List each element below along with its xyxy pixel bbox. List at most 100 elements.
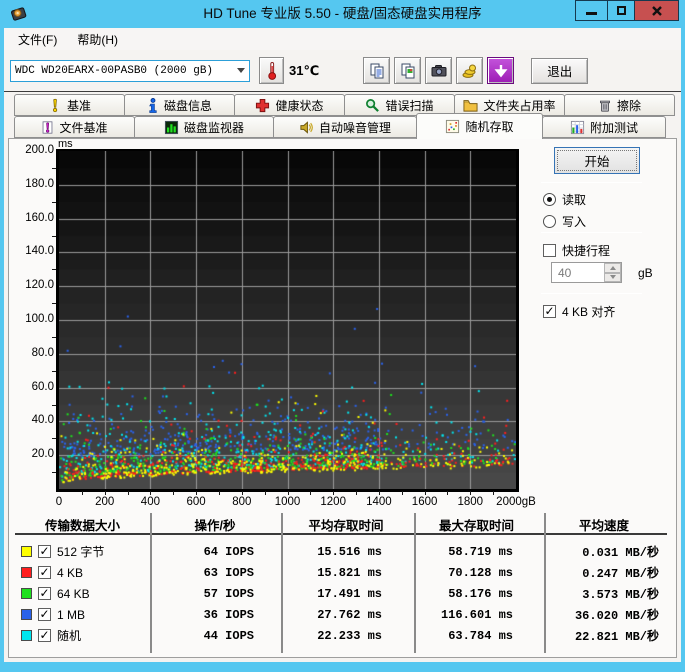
avg-access-value: 15.821 ms [317, 565, 382, 580]
column-separator [150, 513, 152, 653]
short-stroke-option[interactable]: 快捷行程 [543, 242, 610, 258]
write-radio[interactable] [543, 214, 556, 228]
tab-benchmark[interactable]: 基准 [14, 94, 125, 116]
align-4kb-label: 4 KB 对齐 [562, 304, 616, 319]
random-access-page: ms 200.0 180.0 160.0 140.0 120.0 100.0 80.0 60.… [8, 138, 677, 658]
y-tick-label: 200.0 [25, 144, 54, 156]
tab-health[interactable]: 健康状态 [234, 94, 345, 116]
iops-value: 36 IOPS [203, 607, 254, 622]
max-access-value: 58.719 ms [448, 544, 513, 559]
avg-speed-value: 0.031 MB/秒 [582, 546, 659, 560]
exit-button[interactable]: 退出 [531, 57, 589, 84]
series-color-swatch [21, 630, 32, 641]
series-checkbox[interactable] [38, 566, 51, 579]
drive-select[interactable]: WDC WD20EARX-00PASB0 (2000 gB) [10, 59, 250, 82]
disk-info-icon [149, 97, 157, 113]
menu-file[interactable]: 文件(F) [8, 28, 67, 51]
y-tick-label: 20.0 [31, 448, 54, 461]
gold-coins-icon [462, 64, 476, 78]
avg-speed-value: 0.247 MB/秒 [582, 567, 659, 581]
capacity-stepper[interactable]: 40 [551, 262, 622, 283]
avg-access-value: 15.516 ms [317, 544, 382, 559]
tab-disk-monitor[interactable]: 磁盘监视器 [134, 116, 274, 138]
tab-disk-info[interactable]: 磁盘信息 [124, 94, 235, 116]
tab-label: 随机存取 [465, 120, 514, 134]
tab-aam[interactable]: 自动噪音管理 [273, 116, 417, 138]
header-max-access: 最大存取时间 [412, 513, 541, 535]
close-button[interactable] [634, 0, 679, 21]
table-row: 512 字节 64 IOPS 15.516 ms 58.719 ms 0.031… [15, 541, 671, 562]
y-tick-label: 60.0 [31, 380, 54, 393]
copy-text-icon [370, 63, 384, 78]
y-tick-label: 120.0 [25, 279, 54, 292]
screenshot-button[interactable] [425, 57, 453, 84]
camera-icon [431, 64, 447, 76]
menu-help[interactable]: 帮助(H) [67, 28, 128, 51]
stepper-up-button[interactable] [604, 263, 621, 273]
series-color-swatch [21, 588, 32, 599]
write-option[interactable]: 写入 [543, 213, 586, 229]
avg-access-value: 22.233 ms [317, 628, 382, 643]
hdtune-window: HD Tune 专业版 5.50 - 硬盘/固态硬盘实用程序 文件(F) 帮助(… [0, 0, 685, 672]
table-row: 4 KB 63 IOPS 15.821 ms 70.128 ms 0.247 M… [15, 562, 671, 583]
start-button[interactable]: 开始 [554, 147, 640, 174]
max-access-value: 63.784 ms [448, 628, 513, 643]
series-color-swatch [21, 546, 32, 557]
copy-text-button[interactable] [363, 57, 391, 84]
short-stroke-checkbox[interactable] [543, 243, 556, 257]
stepper-down-button[interactable] [604, 272, 621, 282]
temperature-value: 31℃ [289, 62, 320, 78]
scatter-plot-frame [56, 149, 519, 492]
table-row: 随机 44 IOPS 22.233 ms 63.784 ms 22.821 MB… [15, 625, 671, 646]
series-label: 64 KB [57, 586, 90, 601]
minimize-button[interactable] [575, 0, 608, 21]
tab-extra-tests[interactable]: 附加测试 [542, 116, 666, 138]
capacity-value: 40 [558, 266, 572, 280]
tab-erase[interactable]: 擦除 [564, 94, 675, 116]
iops-value: 57 IOPS [203, 586, 254, 601]
read-option[interactable]: 读取 [543, 191, 586, 207]
down-arrow-icon [494, 64, 508, 77]
y-tick-label: 80.0 [31, 346, 54, 359]
thermometer-icon [267, 61, 276, 80]
drive-select-arrow[interactable] [232, 61, 249, 81]
series-label: 随机 [57, 629, 82, 643]
start-label: 开始 [584, 155, 610, 169]
tab-random-access[interactable]: 随机存取 [416, 113, 543, 139]
read-label: 读取 [562, 192, 587, 207]
results-table: 传输数据大小 操作/秒 平均存取时间 最大存取时间 平均速度 512 字节 64… [15, 513, 671, 653]
series-checkbox[interactable] [38, 608, 51, 621]
avg-access-value: 27.762 ms [317, 607, 382, 622]
extra-tests-icon [570, 120, 585, 134]
table-row: 1 MB 36 IOPS 27.762 ms 116.601 ms 36.020… [15, 604, 671, 625]
copy-image-button[interactable] [394, 57, 422, 84]
table-row: 64 KB 57 IOPS 17.491 ms 58.176 ms 3.573 … [15, 583, 671, 604]
tab-file-benchmark[interactable]: 文件基准 [14, 116, 135, 138]
donate-button[interactable] [456, 57, 484, 84]
align-4kb-option[interactable]: 4 KB 对齐 [543, 303, 615, 319]
down-arrow-icon [609, 275, 616, 280]
column-separator [281, 513, 283, 653]
benchmark-icon [53, 98, 58, 112]
toolbar: WDC WD20EARX-00PASB0 (2000 gB) 31℃ 退出 [4, 50, 681, 92]
series-checkbox[interactable] [38, 587, 51, 600]
temperature-button[interactable] [259, 57, 284, 84]
update-button[interactable] [487, 57, 515, 84]
series-checkbox[interactable] [38, 545, 51, 558]
disk-monitor-icon [164, 120, 179, 134]
erase-trash-icon [599, 100, 610, 112]
client-area: 文件(F) 帮助(H) WDC WD20EARX-00PASB0 (2000 g… [4, 28, 681, 662]
align-4kb-checkbox[interactable] [543, 304, 556, 318]
read-radio[interactable] [543, 192, 556, 206]
write-label: 写入 [562, 214, 587, 229]
tab-label: 文件夹占用率 [483, 98, 556, 113]
x-tick-label: 2000gB [496, 496, 536, 508]
maximize-button[interactable] [607, 0, 635, 21]
tab-strip: 基准 磁盘信息 健康状态 错误扫描 文件夹占用率 擦除 文件基准 磁盘监视器 自… [4, 92, 681, 139]
title-bar: HD Tune 专业版 5.50 - 硬盘/固态硬盘实用程序 [0, 0, 685, 28]
series-checkbox[interactable] [38, 629, 51, 642]
tab-label: 文件基准 [59, 120, 108, 135]
header-transfer-size: 传输数据大小 [15, 513, 150, 535]
separator [541, 232, 642, 233]
series-label: 1 MB [57, 607, 86, 622]
